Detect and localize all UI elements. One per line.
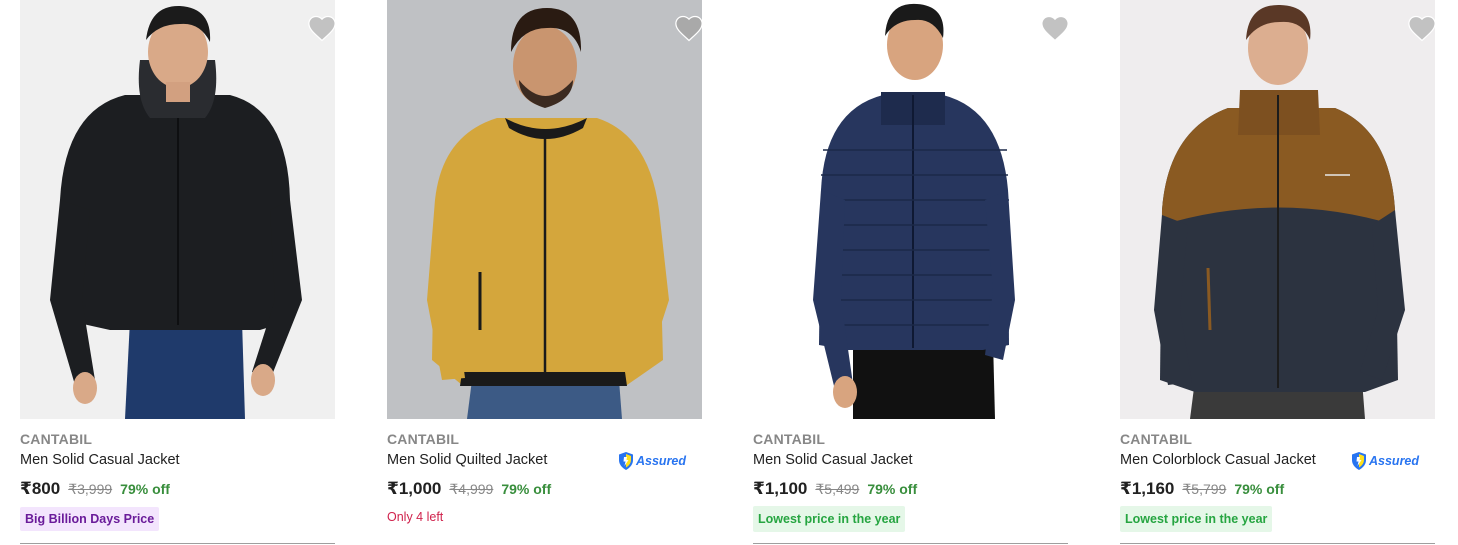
assured-label: Assured bbox=[636, 454, 687, 468]
product-grid: CANTABIL Men Solid Casual Jacket ₹800 ₹3… bbox=[20, 0, 1437, 545]
selling-price: ₹1,000 bbox=[387, 479, 442, 498]
product-brand: CANTABIL bbox=[20, 431, 93, 447]
discount-percent: 79% off bbox=[120, 481, 170, 497]
product-title[interactable]: Men Solid Quilted Jacket bbox=[387, 452, 547, 468]
product-photo bbox=[753, 0, 1068, 419]
wishlist-heart-icon[interactable] bbox=[674, 14, 704, 42]
assured-badge: Assured bbox=[617, 451, 686, 471]
stock-warning: Only 4 left bbox=[387, 510, 444, 524]
product-brand: CANTABIL bbox=[387, 431, 460, 447]
original-price: ₹5,799 bbox=[1182, 481, 1227, 497]
shield-icon bbox=[619, 452, 633, 470]
product-title[interactable]: Men Colorblock Casual Jacket bbox=[1120, 452, 1316, 468]
price-row: ₹1,160 ₹5,799 79% off bbox=[1120, 479, 1284, 499]
selling-price: ₹1,160 bbox=[1120, 479, 1175, 498]
price-row: ₹800 ₹3,999 79% off bbox=[20, 479, 170, 499]
product-card[interactable]: CANTABIL Men Solid Quilted Jacket Assure… bbox=[387, 0, 704, 545]
wishlist-heart-icon[interactable] bbox=[1407, 14, 1437, 42]
product-photo bbox=[387, 0, 702, 419]
product-photo bbox=[1120, 0, 1435, 419]
offer-tag: Big Billion Days Price bbox=[20, 507, 160, 531]
assured-badge: Assured bbox=[1350, 451, 1419, 471]
product-title[interactable]: Men Solid Casual Jacket bbox=[753, 452, 913, 468]
product-card[interactable]: CANTABIL Men Solid Casual Jacket ₹1,100 … bbox=[753, 0, 1070, 545]
price-row: ₹1,000 ₹4,999 79% off bbox=[387, 479, 551, 499]
divider bbox=[753, 543, 1068, 544]
product-photo bbox=[20, 0, 335, 419]
original-price: ₹4,999 bbox=[449, 481, 494, 497]
original-price: ₹5,499 bbox=[815, 481, 860, 497]
discount-percent: 79% off bbox=[501, 481, 552, 497]
product-image[interactable] bbox=[20, 0, 335, 419]
selling-price: ₹1,100 bbox=[753, 479, 808, 498]
selling-price: ₹800 bbox=[20, 479, 61, 498]
divider bbox=[20, 543, 335, 544]
wishlist-heart-icon[interactable] bbox=[1040, 14, 1070, 42]
product-title[interactable]: Men Solid Casual Jacket bbox=[20, 452, 180, 468]
price-row: ₹1,100 ₹5,499 79% off bbox=[753, 479, 917, 499]
offer-tag: Lowest price in the year bbox=[1120, 506, 1273, 532]
product-card[interactable]: CANTABIL Men Colorblock Casual Jacket As… bbox=[1120, 0, 1437, 545]
product-image[interactable] bbox=[1120, 0, 1435, 419]
wishlist-heart-icon[interactable] bbox=[307, 14, 337, 42]
shield-icon bbox=[1352, 452, 1366, 470]
assured-label: Assured bbox=[1369, 454, 1420, 468]
product-brand: CANTABIL bbox=[753, 431, 826, 447]
discount-percent: 79% off bbox=[867, 481, 918, 497]
product-brand: CANTABIL bbox=[1120, 431, 1193, 447]
original-price: ₹3,999 bbox=[68, 481, 113, 497]
product-image[interactable] bbox=[387, 0, 702, 419]
discount-percent: 79% off bbox=[1234, 481, 1285, 497]
product-image[interactable] bbox=[753, 0, 1068, 419]
divider bbox=[1120, 543, 1435, 544]
product-card[interactable]: CANTABIL Men Solid Casual Jacket ₹800 ₹3… bbox=[20, 0, 337, 545]
offer-tag: Lowest price in the year bbox=[753, 506, 906, 532]
